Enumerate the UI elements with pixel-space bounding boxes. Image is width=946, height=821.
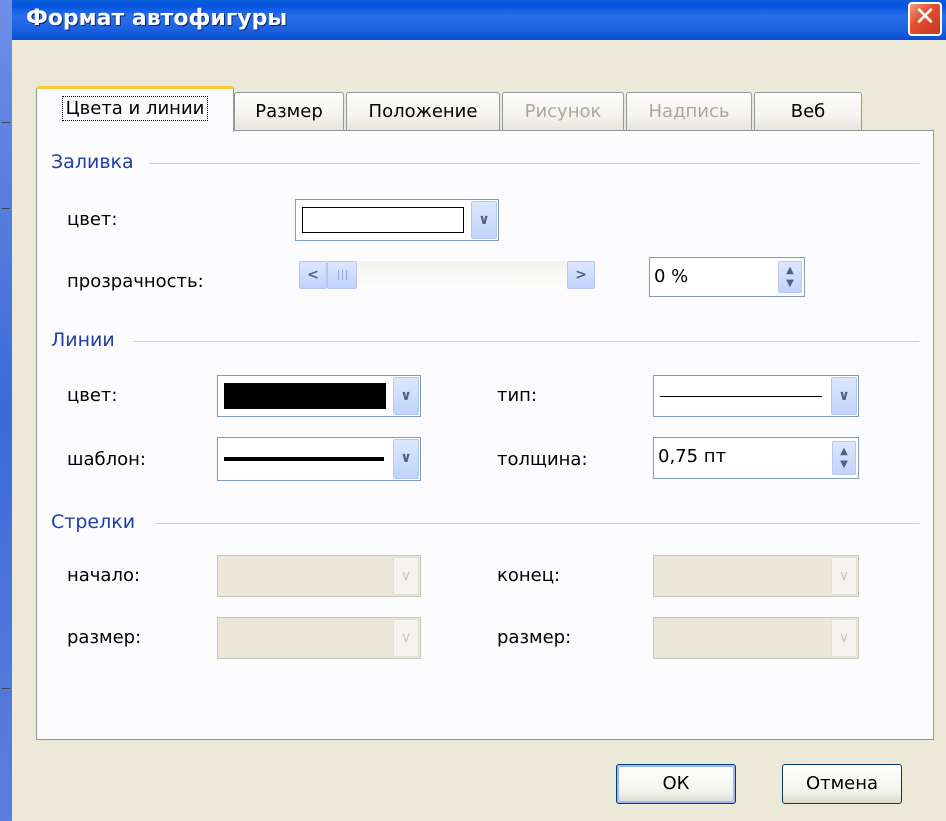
- tab-web[interactable]: Веб: [754, 92, 862, 130]
- format-autoshape-dialog: Формат автофигуры ✕ Цвета и линии Размер…: [12, 0, 946, 821]
- tab-size[interactable]: Размер: [234, 92, 344, 130]
- line-color-swatch: [224, 383, 386, 409]
- chevron-down-icon: ∨: [831, 619, 857, 657]
- transparency-slider[interactable]: [327, 261, 567, 289]
- chevron-down-icon[interactable]: ∨: [393, 377, 419, 415]
- transparency-value: 0 %: [654, 266, 689, 287]
- chevron-left-icon[interactable]: <: [299, 261, 327, 289]
- line-weight-value: 0,75 пт: [658, 446, 727, 467]
- lines-group-divider: [133, 341, 919, 342]
- tab-text-box: Надпись: [626, 92, 752, 130]
- tab-position[interactable]: Положение: [346, 92, 500, 130]
- fill-group-label: Заливка: [51, 151, 134, 173]
- background-window-edge: [0, 0, 12, 821]
- line-weight-label: толщина:: [497, 449, 588, 470]
- line-color-label: цвет:: [67, 385, 118, 406]
- arrows-group-divider: [155, 523, 919, 524]
- tab-panel: Заливка цвет: ∨ прозрачность: < > 0 % ▲ ▼…: [36, 130, 934, 740]
- chevron-down-icon[interactable]: ∨: [393, 439, 419, 479]
- arrow-begin-size-dropdown: ∨: [217, 617, 421, 659]
- tab-picture: Рисунок: [502, 92, 624, 130]
- arrow-begin-dropdown: ∨: [217, 555, 421, 597]
- fill-color-swatch: [302, 207, 464, 233]
- fill-color-dropdown[interactable]: ∨: [295, 199, 499, 241]
- arrow-end-label: конец:: [497, 565, 561, 586]
- line-type-label: тип:: [497, 385, 538, 406]
- chevron-right-icon[interactable]: >: [567, 261, 595, 289]
- cancel-button[interactable]: Отмена: [782, 764, 902, 804]
- tab-label: Положение: [368, 101, 478, 122]
- line-pattern-sample: [224, 457, 384, 461]
- tab-colors-and-lines[interactable]: Цвета и линии: [36, 86, 234, 132]
- fill-group-divider: [149, 163, 919, 164]
- close-icon: ✕: [914, 2, 936, 32]
- ok-button[interactable]: ОК: [616, 764, 736, 804]
- tab-label: Рисунок: [524, 101, 602, 122]
- tab-label: Веб: [790, 101, 826, 122]
- transparency-label: прозрачность:: [67, 271, 204, 292]
- chevron-down-icon: ∨: [393, 557, 419, 595]
- chevron-down-icon: ∨: [393, 619, 419, 657]
- title-bar[interactable]: Формат автофигуры ✕: [12, 0, 946, 40]
- line-weight-spinner[interactable]: 0,75 пт ▲ ▼: [653, 437, 859, 479]
- tab-label: Размер: [255, 101, 323, 122]
- chevron-down-icon: ∨: [831, 557, 857, 595]
- fill-color-label: цвет:: [67, 209, 118, 230]
- chevron-down-icon[interactable]: ∨: [471, 201, 497, 239]
- close-button[interactable]: ✕: [908, 2, 942, 36]
- spin-updown-icon[interactable]: ▲ ▼: [778, 261, 802, 293]
- line-color-dropdown[interactable]: ∨: [217, 375, 421, 417]
- arrow-end-size-dropdown: ∨: [653, 617, 859, 659]
- spin-updown-icon[interactable]: ▲ ▼: [832, 441, 856, 475]
- chevron-down-icon[interactable]: ∨: [831, 377, 857, 415]
- arrow-begin-size-label: размер:: [67, 627, 142, 648]
- line-pattern-dropdown[interactable]: ∨: [217, 437, 421, 481]
- transparency-spinner[interactable]: 0 % ▲ ▼: [649, 257, 805, 297]
- transparency-slider-thumb[interactable]: [327, 261, 357, 289]
- line-pattern-label: шаблон:: [67, 449, 146, 470]
- lines-group-label: Линии: [51, 329, 115, 351]
- arrow-end-size-label: размер:: [497, 627, 572, 648]
- tab-label: Надпись: [648, 101, 730, 122]
- line-type-dropdown[interactable]: ∨: [653, 375, 859, 417]
- dialog-title: Формат автофигуры: [26, 6, 288, 31]
- arrow-begin-label: начало:: [67, 565, 141, 586]
- arrows-group-label: Стрелки: [51, 511, 136, 533]
- line-type-sample: [660, 396, 822, 397]
- tab-label: Цвета и линии: [61, 96, 209, 121]
- arrow-end-dropdown: ∨: [653, 555, 859, 597]
